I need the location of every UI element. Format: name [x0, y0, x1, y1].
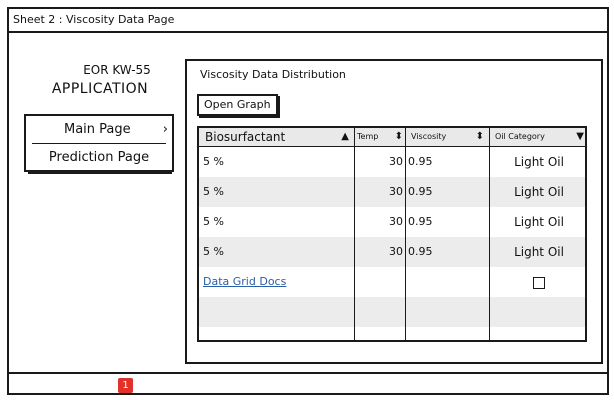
table-row-docs: Data Grid Docs	[199, 267, 585, 297]
app-name-code: EOR KW-55	[83, 63, 151, 77]
cell-viscosity: 0.95	[408, 155, 433, 168]
column-divider	[405, 128, 406, 340]
column-divider	[354, 128, 355, 340]
chevron-right-icon: ›	[162, 122, 168, 137]
table-row[interactable]: 5 % 30 0.95 Light Oil	[199, 147, 585, 177]
cell-biosurfactant: 5 %	[203, 185, 224, 198]
open-graph-button[interactable]: Open Graph	[197, 94, 278, 116]
app-name-title: APPLICATION	[51, 81, 149, 97]
viscosity-panel: Viscosity Data Distribution Open Graph B…	[185, 59, 603, 364]
sidebar-nav: Main Page › Prediction Page	[24, 114, 174, 172]
nav-item-label: Prediction Page	[48, 150, 150, 165]
sort-icon: ⬍	[394, 131, 403, 142]
checkbox-cell	[489, 267, 585, 297]
nav-underline	[28, 172, 172, 174]
cell-viscosity: 0.95	[408, 185, 433, 198]
wireframe-window: Sheet 2 : Viscosity Data Page EOR KW-55 …	[7, 7, 609, 395]
row-checkbox[interactable]	[533, 276, 545, 289]
data-grid-docs-link[interactable]: Data Grid Docs	[203, 275, 286, 288]
table-row[interactable]: 5 % 30 0.95 Light Oil	[199, 207, 585, 237]
footer-bar: 1	[9, 372, 607, 393]
panel-title: Viscosity Data Distribution	[200, 68, 346, 81]
cell-oil-category: Light Oil	[514, 185, 564, 199]
cell-oil-category: Light Oil	[514, 155, 564, 169]
cell-temp: 30	[389, 215, 403, 228]
cell-temp: 30	[389, 185, 403, 198]
cell-oil-category: Light Oil	[514, 245, 564, 259]
column-header-temp[interactable]: Temp ⬍	[354, 128, 405, 146]
cell-temp: 30	[389, 155, 403, 168]
docs-cell: Data Grid Docs	[199, 267, 354, 297]
cell-viscosity: 0.95	[408, 245, 433, 258]
notification-badge: 1	[118, 378, 133, 393]
table-row[interactable]: 5 % 30 0.95 Light Oil	[199, 177, 585, 207]
grid-header: Biosurfactant ▲ Temp ⬍ Viscosity ⬍ Oil C…	[199, 128, 585, 147]
cell-biosurfactant: 5 %	[203, 215, 224, 228]
sort-desc-icon: ▼	[576, 131, 584, 142]
cell-oil-category: Light Oil	[514, 215, 564, 229]
cell-viscosity: 0.95	[408, 215, 433, 228]
column-header-viscosity[interactable]: Viscosity ⬍	[405, 128, 489, 146]
nav-item-label: Main Page	[64, 122, 131, 137]
column-divider	[489, 128, 490, 340]
cell-temp: 30	[389, 245, 403, 258]
sort-asc-icon: ▲	[341, 131, 349, 142]
cell-biosurfactant: 5 %	[203, 245, 224, 258]
nav-item-main-page[interactable]: Main Page ›	[26, 116, 172, 143]
column-header-biosurfactant[interactable]: Biosurfactant ▲	[199, 128, 354, 146]
sort-icon: ⬍	[475, 131, 484, 142]
data-grid: Biosurfactant ▲ Temp ⬍ Viscosity ⬍ Oil C…	[197, 126, 587, 342]
window-title: Sheet 2 : Viscosity Data Page	[9, 9, 607, 33]
column-header-oil-category[interactable]: Oil Category ▼	[489, 128, 585, 146]
nav-item-prediction-page[interactable]: Prediction Page	[26, 144, 172, 171]
table-row-empty	[199, 297, 585, 327]
cell-biosurfactant: 5 %	[203, 155, 224, 168]
table-row[interactable]: 5 % 30 0.95 Light Oil	[199, 237, 585, 267]
